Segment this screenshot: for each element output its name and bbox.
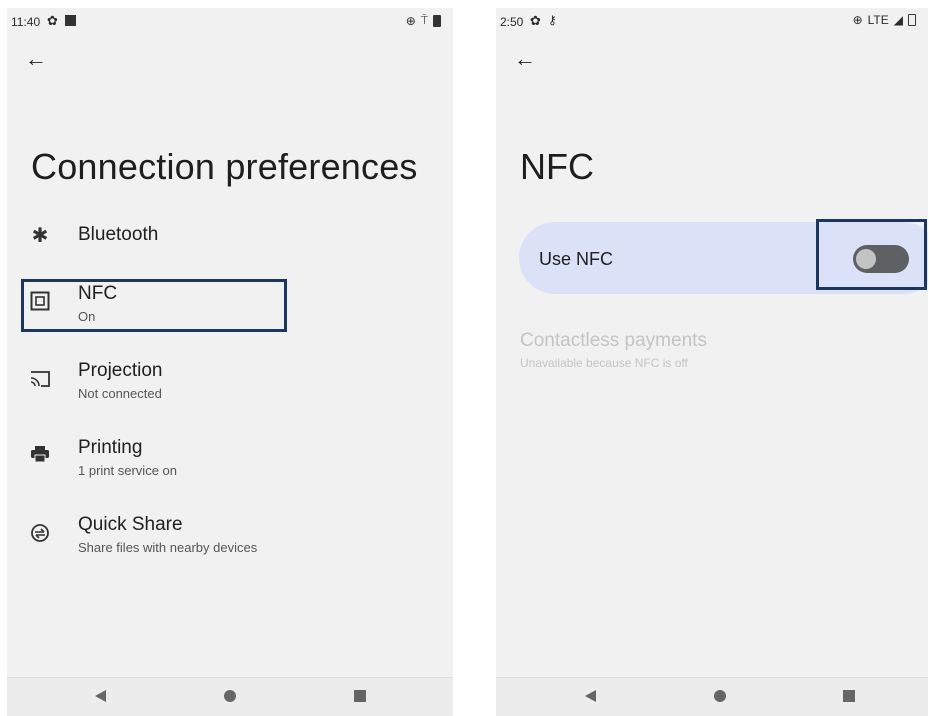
notification-square-icon [65, 15, 76, 26]
page-title: NFC [520, 146, 594, 187]
vpn-key-icon: ⚷ [548, 13, 557, 27]
projection-summary: Not connected [78, 386, 162, 401]
bluetooth-icon: ✱ [31, 225, 49, 247]
quick-share-icon [27, 523, 53, 548]
connection-preferences-screen: 11:40 ✿ ⊕ ⍑ ← Connection preferences ✱ B… [7, 8, 453, 716]
network-type: LTE [867, 13, 889, 27]
quick-share-summary: Share files with nearby devices [78, 540, 258, 555]
status-time: 2:50 [500, 15, 524, 29]
status-time: 11:40 [11, 15, 41, 29]
nfc-highlight-box [21, 279, 287, 332]
settings-gear-icon: ✿ [530, 13, 541, 28]
toggle-highlight-box [816, 219, 927, 290]
contactless-label: Contactless payments [520, 330, 707, 351]
bluetooth-item[interactable]: ✱ Bluetooth [7, 220, 453, 260]
status-icons: ⊕ ⍑ [406, 13, 441, 28]
printing-label: Printing [78, 437, 143, 458]
use-nfc-label: Use NFC [539, 249, 614, 269]
page-title: Connection preferences [31, 146, 418, 187]
data-saver-icon: ⊕ [852, 13, 863, 27]
status-bar: 11:40 ✿ ⊕ ⍑ [7, 10, 453, 32]
navigation-bar [7, 677, 453, 716]
nav-home-icon[interactable] [223, 689, 237, 708]
cast-icon [27, 370, 53, 393]
projection-item[interactable]: Projection Not connected [7, 358, 453, 410]
printing-summary: 1 print service on [78, 463, 177, 478]
battery-icon [433, 14, 441, 27]
quick-share-label: Quick Share [78, 514, 183, 535]
back-arrow-icon[interactable]: ← [514, 46, 536, 72]
wifi-icon: ⍑ [420, 13, 428, 27]
battery-icon [908, 14, 916, 26]
nav-home-icon[interactable] [713, 689, 727, 708]
contactless-payments-item: Contactless payments Unavailable because… [520, 330, 707, 370]
nfc-settings-screen: 2:50 ✿ ⚷ ⊕ LTE ◢ ← NFC Use NFC Contactle… [496, 8, 928, 716]
navigation-bar [496, 677, 928, 716]
projection-label: Projection [78, 360, 163, 381]
data-saver-icon: ⊕ [405, 13, 416, 28]
nav-back-icon[interactable] [583, 689, 597, 708]
contactless-summary: Unavailable because NFC is off [520, 356, 688, 370]
nav-recents-icon[interactable] [842, 689, 856, 708]
signal-icon: ◢ [893, 13, 903, 27]
status-icons: ⊕ LTE ◢ [853, 13, 916, 27]
nav-recents-icon[interactable] [353, 689, 367, 708]
bluetooth-label: Bluetooth [78, 224, 159, 245]
quick-share-item[interactable]: Quick Share Share files with nearby devi… [7, 512, 453, 564]
settings-gear-icon: ✿ [47, 13, 58, 28]
nav-back-icon[interactable] [93, 689, 107, 708]
back-arrow-icon[interactable]: ← [25, 46, 47, 72]
status-bar: 2:50 ✿ ⚷ ⊕ LTE ◢ [496, 10, 928, 32]
printing-item[interactable]: Printing 1 print service on [7, 435, 453, 487]
printer-icon [27, 445, 53, 468]
